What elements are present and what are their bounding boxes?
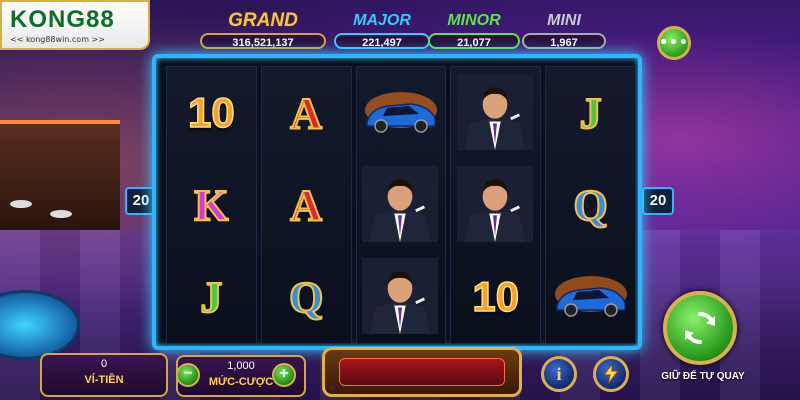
turbo-button[interactable] [593,356,629,392]
symbol-a: A [289,180,323,231]
jackpot-bar: GRAND 316,521,137 MAJOR 221,497 MINOR 21… [200,10,610,55]
agent-symbol-icon [456,166,535,244]
bar-stool [10,200,32,208]
reel-column: AAQ [260,66,352,344]
win-display-screen [339,358,505,386]
reel-cell [451,67,540,159]
balance-value: 0 [100,358,108,370]
jackpot-minor: MINOR 21,077 [428,10,520,49]
symbol-j: J [579,88,603,139]
win-display [322,347,522,397]
balance-label: VÍ-TIỀN [84,374,124,386]
reel-cell: J [546,67,635,159]
symbol-10: 10 [472,272,520,321]
jackpot-mini: MINI 1,967 [522,10,606,49]
jackpot-mini-value: 1,967 [522,33,606,49]
info-button[interactable]: i [541,356,577,392]
balance-panel: 0 VÍ-TIỀN [40,353,168,397]
reel-column [355,66,447,344]
reel-cell [357,251,446,343]
bar-stool [50,210,72,218]
agent-symbol-icon [361,166,440,244]
kong88-logo: KONG88 << kong88win.com >> [0,0,150,50]
reel-cell: 10 [451,251,540,343]
jackpot-minor-label: MINOR [447,12,501,29]
reel-cell: A [262,67,351,159]
sports-car-symbol-icon [361,88,441,138]
reels: 10 K J A A Q 10 J Q [166,66,636,344]
jackpot-grand-label: GRAND [228,10,298,31]
auto-spin-label: GIỮ ĐỂ TỰ QUAY [661,371,745,382]
logo-text: KONG88 [10,6,115,33]
reel-cell: Q [262,251,351,343]
spin-button[interactable] [663,291,737,365]
symbol-k: K [193,180,229,231]
reel-cell: Q [546,159,635,251]
reel-cell [357,67,446,159]
jackpot-major: MAJOR 221,497 [334,10,430,49]
bet-decrease-button[interactable]: − [176,363,200,387]
bet-increase-button[interactable]: + [272,363,296,387]
reel-cell: K [167,159,256,251]
reel-cell [451,159,540,251]
reel-column: 10 [450,66,542,344]
menu-button[interactable]: ••• [657,26,691,60]
reel-frame: 10 K J A A Q 10 J Q [152,54,642,350]
sports-car-symbol-icon [551,272,631,322]
symbol-a: A [289,88,323,139]
symbol-j: J [199,272,223,323]
reel-column: JQ [545,66,636,344]
reel-cell [546,251,635,343]
agent-symbol-icon [361,258,440,336]
refresh-icon [685,312,715,344]
lightning-icon [603,364,620,384]
reel-cell: A [262,159,351,251]
jackpot-mini-label: MINI [547,12,581,29]
more-icon: ••• [659,35,689,51]
jackpot-major-value: 221,497 [334,33,430,49]
jackpot-minor-value: 21,077 [428,33,520,49]
payline-count-right: 20 [642,187,674,215]
reel-cell: 10 [167,67,256,159]
reel-cell [357,159,446,251]
symbol-10: 10 [187,88,235,137]
jackpot-grand: GRAND 316,521,137 [200,10,326,49]
symbol-q: Q [572,180,608,231]
info-icon: i [556,363,562,384]
reel-column: 10 K J [166,66,257,344]
symbol-q: Q [288,272,324,323]
reel-cell: J [167,251,256,343]
jackpot-grand-value: 316,521,137 [200,33,326,49]
jackpot-major-label: MAJOR [353,12,411,29]
agent-symbol-icon [456,74,535,152]
logo-url: << kong88win.com >> [10,35,105,44]
